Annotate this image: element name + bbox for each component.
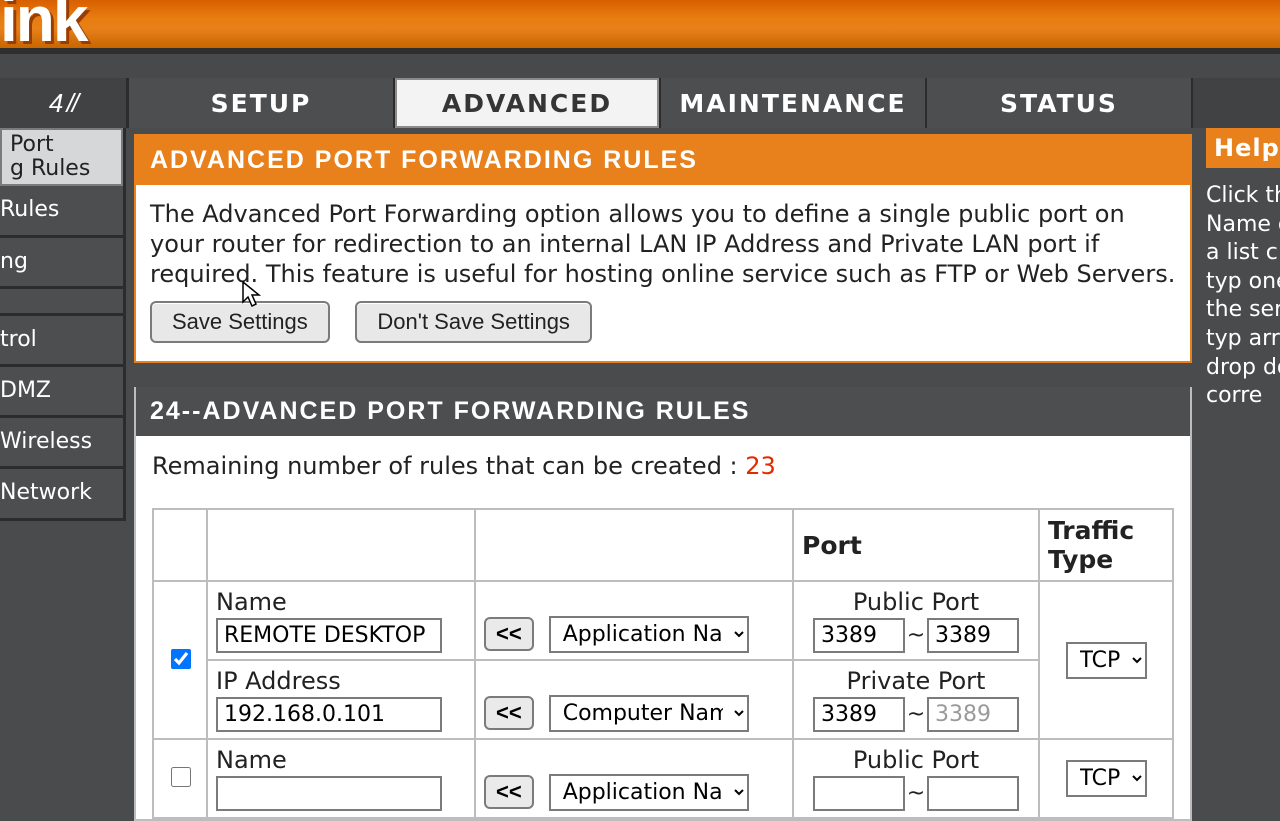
col-copy: [475, 509, 793, 581]
ip-label: IP Address: [216, 667, 466, 695]
name-input[interactable]: [216, 618, 442, 653]
application-select[interactable]: Application Name: [549, 774, 749, 811]
intro-panel: ADVANCED PORT FORWARDING RULES The Advan…: [134, 134, 1192, 363]
sidebar-item-ng[interactable]: ng: [0, 238, 123, 289]
sidebar-item-port-forwarding[interactable]: Port g Rules: [0, 128, 123, 186]
ip-input[interactable]: [216, 697, 442, 732]
public-port-to[interactable]: [927, 618, 1019, 653]
sidebar-item-blank[interactable]: [0, 289, 123, 316]
panel-body: The Advanced Port Forwarding option allo…: [136, 185, 1190, 361]
brand-logo: ink: [0, 0, 86, 56]
public-port-label: Public Port: [802, 746, 1030, 774]
help-body: Click the A Name dr for a list c server …: [1206, 182, 1280, 411]
remaining-rules: Remaining number of rules that can be cr…: [136, 436, 1190, 508]
name-input[interactable]: [216, 776, 442, 811]
remaining-count: 23: [745, 452, 776, 480]
help-title: Helpful H: [1206, 128, 1280, 168]
col-name: [207, 509, 475, 581]
table-row: Name << Application Name Public Port ~: [153, 581, 1173, 660]
table-row: Name << Application Name Public Port ~: [153, 739, 1173, 818]
enable-checkbox[interactable]: [171, 767, 191, 787]
copy-app-button[interactable]: <<: [484, 775, 534, 809]
name-label: Name: [216, 746, 466, 774]
public-port-to[interactable]: [927, 776, 1019, 811]
copy-app-button[interactable]: <<: [484, 617, 534, 651]
brand-stripe: [0, 54, 1280, 78]
rules-title: 24--ADVANCED PORT FORWARDING RULES: [136, 387, 1190, 436]
tab-status[interactable]: STATUS: [927, 78, 1193, 128]
rules-table: Port Traffic Type Name << Appl: [152, 508, 1174, 819]
public-port-from[interactable]: [813, 618, 905, 653]
col-port: Port: [793, 509, 1039, 581]
sidebar-item-network[interactable]: Network: [0, 469, 123, 520]
content-col: ADVANCED PORT FORWARDING RULES The Advan…: [126, 128, 1198, 821]
name-label: Name: [216, 588, 466, 616]
rules-box: 24--ADVANCED PORT FORWARDING RULES Remai…: [134, 387, 1192, 821]
col-traffic: Traffic Type: [1039, 509, 1173, 581]
col-checkbox: [153, 509, 207, 581]
save-button[interactable]: Save Settings: [150, 301, 330, 343]
traffic-type-select[interactable]: TCP: [1066, 760, 1147, 797]
sidebar-item-dmz[interactable]: DMZ: [0, 367, 123, 418]
private-port-label: Private Port: [802, 667, 1030, 695]
help-col: Helpful H Click the A Name dr for a list…: [1198, 128, 1280, 411]
model-stub: 4 //: [0, 78, 129, 128]
sidebar-item-rules[interactable]: Rules: [0, 186, 123, 237]
tab-maintenance[interactable]: MAINTENANCE: [661, 78, 927, 128]
sidebar-item-wireless[interactable]: Wireless: [0, 418, 123, 469]
enable-checkbox[interactable]: [171, 649, 191, 669]
application-select[interactable]: Application Name: [549, 616, 749, 653]
remaining-label: Remaining number of rules that can be cr…: [152, 452, 745, 480]
tab-setup[interactable]: SETUP: [129, 78, 395, 128]
copy-comp-button[interactable]: <<: [484, 696, 534, 730]
private-port-from[interactable]: [813, 697, 905, 732]
table-row: IP Address << Computer Name Private Port…: [153, 660, 1173, 739]
nav-row: 4 // SETUP ADVANCED MAINTENANCE STATUS: [0, 78, 1280, 128]
computer-select[interactable]: Computer Name: [549, 695, 749, 732]
nav-right-spacer: [1193, 78, 1280, 128]
private-port-to[interactable]: [927, 697, 1019, 732]
traffic-type-select[interactable]: TCP: [1066, 642, 1147, 679]
sidebar-item-trol[interactable]: trol: [0, 316, 123, 367]
sidebar: Port g Rules Rules ng trol DMZ Wireless …: [0, 128, 126, 521]
panel-description: The Advanced Port Forwarding option allo…: [150, 199, 1176, 289]
tab-advanced[interactable]: ADVANCED: [395, 78, 661, 128]
public-port-from[interactable]: [813, 776, 905, 811]
public-port-label: Public Port: [802, 588, 1030, 616]
panel-title: ADVANCED PORT FORWARDING RULES: [136, 136, 1190, 185]
dont-save-button[interactable]: Don't Save Settings: [355, 301, 592, 343]
brand-bar: ink: [0, 0, 1280, 54]
